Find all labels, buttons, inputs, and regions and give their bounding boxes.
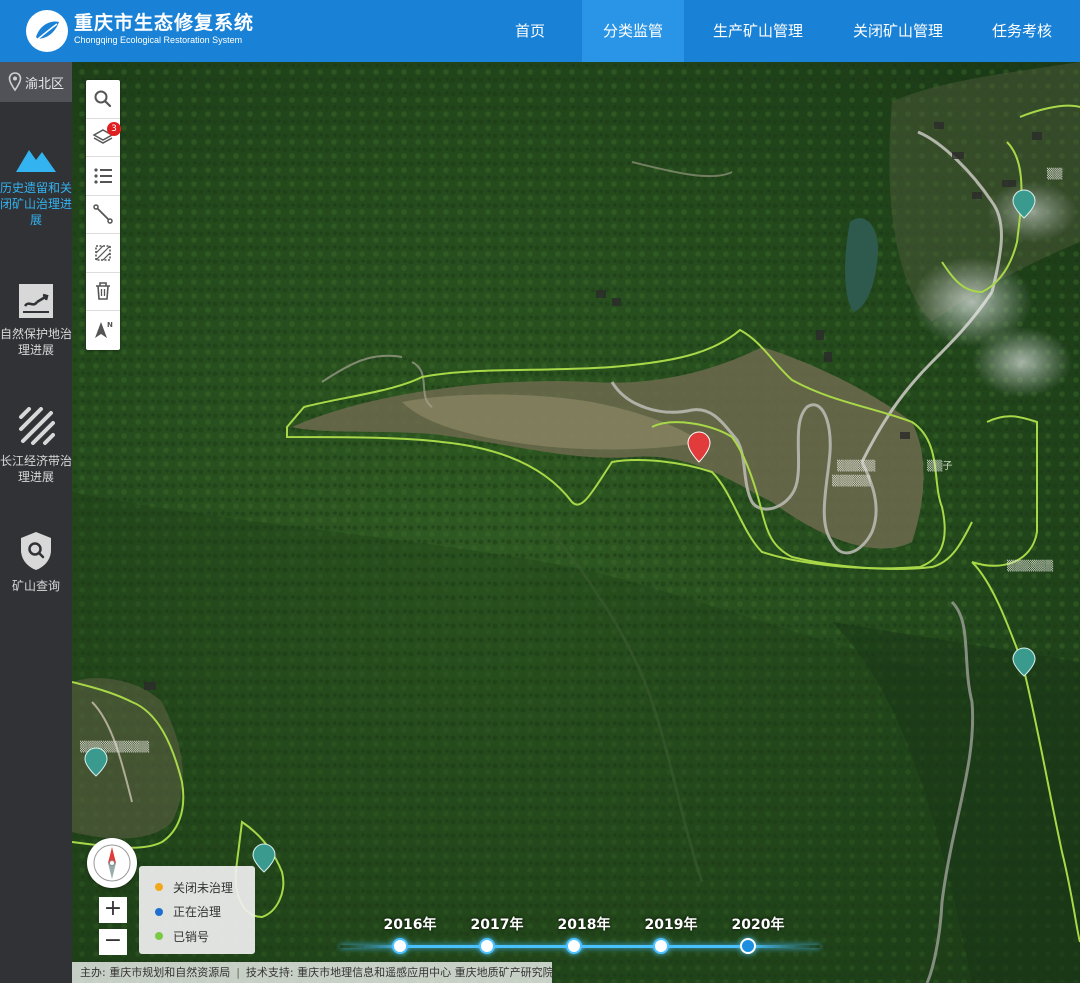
region-selector[interactable]: 渝北区: [0, 62, 72, 102]
main-nav: 首页 分类监管 生产矿山管理 关闭矿山管理 任务考核: [478, 0, 1080, 62]
top-header: 重庆市生态修复系统 Chongqing Ecological Restorati…: [0, 0, 1080, 62]
nav-closed-mines[interactable]: 关闭矿山管理: [832, 0, 964, 62]
map-legend: 关闭未治理 正在治理 已销号: [139, 866, 255, 954]
search-icon: [94, 90, 112, 107]
shield-search-icon: [21, 532, 51, 570]
tool-clear[interactable]: [86, 273, 120, 311]
satellite-imagery[interactable]: ▒▒▒▒▒ ▒▒▒▒▒ ▒▒子 ▒▒▒▒▒▒ ▒▒▒▒▒▒▒▒▒ ▒▒: [72, 62, 1080, 983]
tool-measure-distance[interactable]: [86, 196, 120, 234]
map-toolbar: 3 N: [86, 80, 121, 350]
legend-label: 已销号: [173, 929, 210, 944]
nav-home[interactable]: 首页: [478, 0, 582, 62]
measure-line-icon: [93, 204, 113, 224]
measure-area-icon: [95, 244, 111, 261]
map-label: ▒▒▒▒▒: [832, 474, 871, 487]
sidebar-item-mine-query[interactable]: 矿山查询: [0, 530, 72, 594]
timeline-node-2017[interactable]: [479, 938, 495, 954]
tool-layers[interactable]: 3: [86, 119, 121, 157]
tool-list[interactable]: [86, 157, 120, 196]
timeline-node-2016[interactable]: [392, 938, 408, 954]
nav-task-assessment[interactable]: 任务考核: [964, 0, 1080, 62]
footer-credits: 主办: 重庆市规划和自然资源局 | 技术支持: 重庆市地理信息和遥感应用中心 重庆地…: [72, 962, 554, 983]
layers-badge: 3: [107, 121, 121, 136]
nav-production-mines[interactable]: 生产矿山管理: [684, 0, 832, 62]
zoom-in-button[interactable]: +: [99, 897, 127, 923]
year-timeline: 2016年 2017年 2018年 2019年 2020年: [330, 912, 830, 962]
timeline-year-2016[interactable]: 2016年: [384, 914, 437, 934]
sidebar-item-label: 自然保护地治理进展: [0, 327, 73, 357]
list-icon: [94, 168, 112, 184]
sidebar-item-nature-reserve[interactable]: 自然保护地治理进展: [0, 282, 72, 358]
legend-label: 正在治理: [173, 905, 222, 920]
mountain-icon: [16, 150, 56, 172]
compass[interactable]: [87, 838, 137, 888]
tool-measure-area[interactable]: [86, 234, 120, 273]
legend-dot-green: [155, 932, 163, 941]
app-subtitle: Chongqing Ecological Restoration System: [74, 35, 243, 45]
legend-label: 关闭未治理: [173, 880, 234, 895]
river-belt-icon: [19, 407, 55, 445]
sidebar: 渝北区 历史遗留和关闭矿山治理进展 自然保护地治理进展 长江经济带治理进展 矿山…: [0, 62, 72, 983]
footer-host: 主办: 重庆市规划和自然资源局: [80, 966, 231, 979]
sidebar-item-label: 长江经济带治理进展: [0, 454, 73, 484]
compass-icon: [93, 844, 131, 882]
sidebar-item-yangtze-belt[interactable]: 长江经济带治理进展: [0, 407, 72, 485]
footer-support: 技术支持: 重庆市地理信息和遥感应用中心 重庆地质矿产研究院: [245, 966, 554, 979]
tool-north[interactable]: N: [86, 311, 120, 350]
region-name: 渝北区: [25, 76, 65, 92]
legend-dot-blue: [155, 907, 163, 916]
legend-dot-orange: [155, 883, 163, 892]
brand: 重庆市生态修复系统 Chongqing Ecological Restorati…: [74, 12, 254, 46]
timeline-year-2019[interactable]: 2019年: [645, 914, 698, 934]
sidebar-item-label: 历史遗留和关闭矿山治理进展: [0, 181, 73, 227]
location-pin-icon: [8, 72, 22, 92]
nav-category-supervision[interactable]: 分类监管: [582, 0, 684, 62]
map-label: ▒▒▒▒▒▒: [1007, 559, 1053, 572]
timeline-year-2017[interactable]: 2017年: [471, 914, 524, 934]
sidebar-item-label: 矿山查询: [11, 579, 60, 593]
north-arrow-icon: N: [95, 321, 113, 339]
map-label: ▒▒子: [927, 459, 952, 472]
legend-item: 正在治理: [155, 900, 255, 925]
sidebar-item-historic-mines[interactable]: 历史遗留和关闭矿山治理进展: [0, 144, 72, 228]
map-label: ▒▒▒▒▒: [837, 459, 876, 472]
timeline-node-2020[interactable]: [740, 938, 756, 954]
logo: [26, 10, 68, 52]
zoom-out-button[interactable]: −: [99, 929, 127, 955]
satellite-map[interactable]: ▒▒▒▒▒ ▒▒▒▒▒ ▒▒子 ▒▒▒▒▒▒ ▒▒▒▒▒▒▒▒▒ ▒▒: [72, 62, 1080, 983]
legend-item: 关闭未治理: [155, 875, 255, 900]
app: 重庆市生态修复系统 Chongqing Ecological Restorati…: [0, 0, 1080, 983]
footer-separator: |: [236, 966, 240, 979]
trash-icon: [96, 282, 110, 301]
tool-search[interactable]: [86, 80, 120, 119]
timeline-year-2018[interactable]: 2018年: [558, 914, 611, 934]
legend-item: 已销号: [155, 924, 255, 949]
app-title: 重庆市生态修复系统: [74, 12, 255, 34]
timeline-year-2020[interactable]: 2020年: [732, 914, 785, 934]
nature-reserve-icon: [19, 284, 53, 318]
map-label: ▒▒: [1047, 167, 1063, 180]
timeline-node-2019[interactable]: [653, 938, 669, 954]
timeline-node-2018[interactable]: [566, 938, 582, 954]
svg-text:N: N: [107, 321, 113, 329]
logo-icon: [28, 12, 66, 50]
